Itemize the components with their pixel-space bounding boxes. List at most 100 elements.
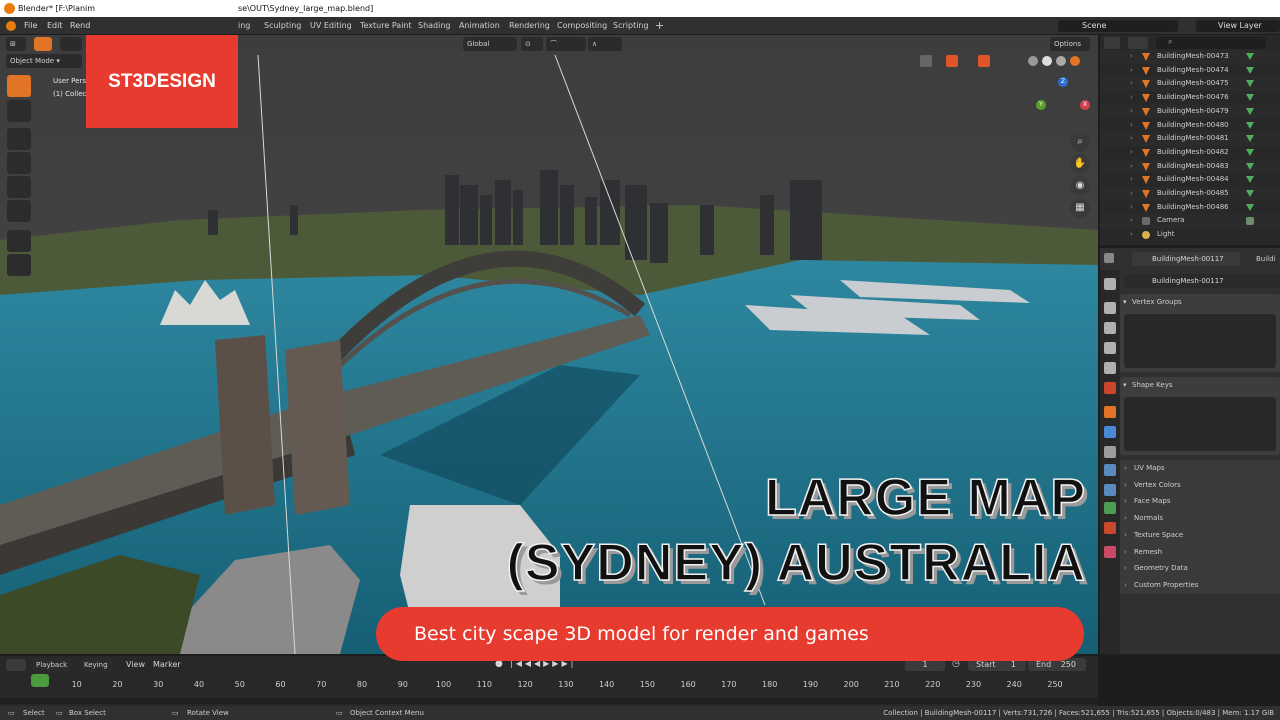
- mesh-data-icon[interactable]: [1246, 148, 1254, 156]
- mesh-data-tab-icon[interactable]: [1104, 502, 1116, 514]
- scale-tool[interactable]: [7, 176, 31, 198]
- cursor-tool[interactable]: [7, 100, 31, 122]
- mesh-data-crumb[interactable]: Buildi: [1248, 252, 1280, 266]
- snap-icon[interactable]: ⌒: [546, 37, 586, 51]
- expand-arrow-icon[interactable]: ›: [1130, 173, 1133, 187]
- viewport-shading-controls[interactable]: [920, 54, 1090, 68]
- gizmo-x-axis[interactable]: X: [1080, 100, 1090, 110]
- tab-modeling[interactable]: ing: [238, 17, 250, 35]
- expand-arrow-icon[interactable]: ›: [1130, 132, 1133, 146]
- outliner-item[interactable]: › BuildingMesh-00482: [1100, 146, 1280, 160]
- timeline-editor-icon[interactable]: [6, 659, 26, 671]
- move-tool[interactable]: [7, 128, 31, 150]
- selection-mode-icon[interactable]: [60, 37, 82, 51]
- expand-arrow-icon[interactable]: ›: [1130, 105, 1133, 119]
- subpanel-header[interactable]: Remesh: [1120, 543, 1280, 561]
- view-layer-tab-icon[interactable]: [1104, 342, 1116, 354]
- subpanel-header[interactable]: Texture Space: [1120, 526, 1280, 544]
- mesh-data-icon[interactable]: [1246, 121, 1254, 129]
- mesh-name-field[interactable]: BuildingMesh-00117: [1124, 274, 1280, 288]
- output-tab-icon[interactable]: [1104, 322, 1116, 334]
- expand-arrow-icon[interactable]: ›: [1130, 77, 1133, 91]
- mesh-data-icon[interactable]: [1246, 135, 1254, 143]
- expand-arrow-icon[interactable]: ›: [1130, 119, 1133, 133]
- shape-keys-list[interactable]: [1124, 397, 1276, 451]
- world-tab-icon[interactable]: [1104, 382, 1116, 394]
- mesh-data-icon[interactable]: [1246, 162, 1254, 170]
- mesh-data-icon[interactable]: [1246, 176, 1254, 184]
- mesh-data-icon[interactable]: [1246, 94, 1254, 102]
- measure-tool[interactable]: [7, 254, 31, 276]
- mesh-data-icon[interactable]: [1246, 66, 1254, 74]
- outliner-item[interactable]: › BuildingMesh-00480: [1100, 119, 1280, 133]
- transform-tool[interactable]: [7, 200, 31, 222]
- subpanel-header[interactable]: UV Maps: [1120, 460, 1280, 477]
- properties-editor-icon[interactable]: [1104, 253, 1114, 263]
- tab-rendering[interactable]: Rendering: [509, 17, 550, 35]
- particles-tab-icon[interactable]: [1104, 446, 1116, 458]
- orientation-dropdown[interactable]: Global: [463, 37, 517, 51]
- subpanel-header[interactable]: Face Maps: [1120, 493, 1280, 511]
- object-name-field[interactable]: BuildingMesh-00117: [1132, 252, 1240, 266]
- ortho-grid-icon[interactable]: ▦: [1070, 198, 1090, 218]
- render-tab-icon[interactable]: [1104, 302, 1116, 314]
- select-mode-icon[interactable]: [34, 37, 52, 51]
- tool-tab-icon[interactable]: [1104, 278, 1116, 290]
- keying-menu[interactable]: Keying: [80, 658, 112, 672]
- mesh-data-icon[interactable]: [1246, 107, 1254, 115]
- playhead[interactable]: [31, 674, 49, 687]
- constraints-tab-icon[interactable]: [1104, 484, 1116, 496]
- proportional-edit-icon[interactable]: ∧: [588, 37, 622, 51]
- annotate-tool[interactable]: [7, 230, 31, 252]
- expand-arrow-icon[interactable]: ›: [1130, 160, 1133, 174]
- subpanel-header[interactable]: Custom Properties: [1120, 576, 1280, 594]
- tab-scripting[interactable]: Scripting: [613, 17, 649, 35]
- expand-arrow-icon[interactable]: ›: [1130, 146, 1133, 160]
- tab-compositing[interactable]: Compositing: [557, 17, 607, 35]
- rotate-tool[interactable]: [7, 152, 31, 174]
- scene-selector[interactable]: [1058, 20, 1178, 32]
- timeline-scrollbar[interactable]: [0, 698, 1098, 704]
- subpanel-header[interactable]: Normals: [1120, 510, 1280, 528]
- scene-tab-icon[interactable]: [1104, 362, 1116, 374]
- menu-file[interactable]: File: [24, 17, 37, 35]
- select-box-tool[interactable]: [7, 75, 31, 97]
- solid-shading-icon[interactable]: [1042, 56, 1052, 66]
- outliner-item[interactable]: › Light: [1100, 228, 1280, 242]
- modifier-tab-icon[interactable]: [1104, 426, 1116, 438]
- expand-arrow-icon[interactable]: ›: [1130, 214, 1133, 228]
- expand-arrow-icon[interactable]: ›: [1130, 228, 1133, 242]
- camera-data-icon[interactable]: [1246, 217, 1254, 226]
- tab-uv-editing[interactable]: UV Editing: [310, 17, 352, 35]
- mesh-data-icon[interactable]: [1246, 80, 1254, 88]
- outliner-item[interactable]: › BuildingMesh-00479: [1100, 104, 1280, 119]
- editor-type-icon[interactable]: ⊞: [6, 37, 26, 51]
- wireframe-shading-icon[interactable]: [1028, 56, 1038, 66]
- menu-render[interactable]: Rend: [70, 17, 90, 35]
- menu-edit[interactable]: Edit: [47, 17, 63, 35]
- outliner-item[interactable]: › BuildingMesh-00475: [1100, 77, 1280, 92]
- display-mode-icon[interactable]: [1128, 37, 1148, 49]
- physics-tab-icon[interactable]: [1104, 464, 1116, 476]
- tab-sculpting[interactable]: Sculpting: [264, 17, 301, 35]
- light-data-icon[interactable]: [1246, 231, 1254, 239]
- zoom-icon[interactable]: ⌕: [1070, 132, 1090, 152]
- gizmo-z-axis[interactable]: Z: [1058, 77, 1068, 87]
- outliner-editor-icon[interactable]: [1104, 37, 1120, 49]
- playback-menu[interactable]: Playback: [32, 658, 72, 672]
- outliner-item[interactable]: › BuildingMesh-00481: [1100, 132, 1280, 146]
- gizmo-toggle-icon[interactable]: [946, 55, 958, 67]
- expand-arrow-icon[interactable]: ›: [1130, 50, 1133, 64]
- object-tab-icon[interactable]: [1104, 406, 1116, 418]
- vertex-groups-header[interactable]: Vertex Groups: [1120, 294, 1280, 310]
- material-shading-icon[interactable]: [1056, 56, 1066, 66]
- expand-arrow-icon[interactable]: ›: [1130, 201, 1133, 215]
- shape-keys-header[interactable]: Shape Keys: [1120, 377, 1280, 393]
- outliner-item[interactable]: › BuildingMesh-00474: [1100, 64, 1280, 78]
- expand-arrow-icon[interactable]: ›: [1130, 187, 1133, 201]
- object-mode-dropdown[interactable]: Object Mode ▾: [6, 54, 82, 68]
- tab-animation[interactable]: Animation: [459, 17, 500, 35]
- pivot-icon[interactable]: ⊙: [521, 37, 543, 51]
- blender-menu-icon[interactable]: [6, 21, 16, 31]
- material-tab-icon[interactable]: [1104, 522, 1116, 534]
